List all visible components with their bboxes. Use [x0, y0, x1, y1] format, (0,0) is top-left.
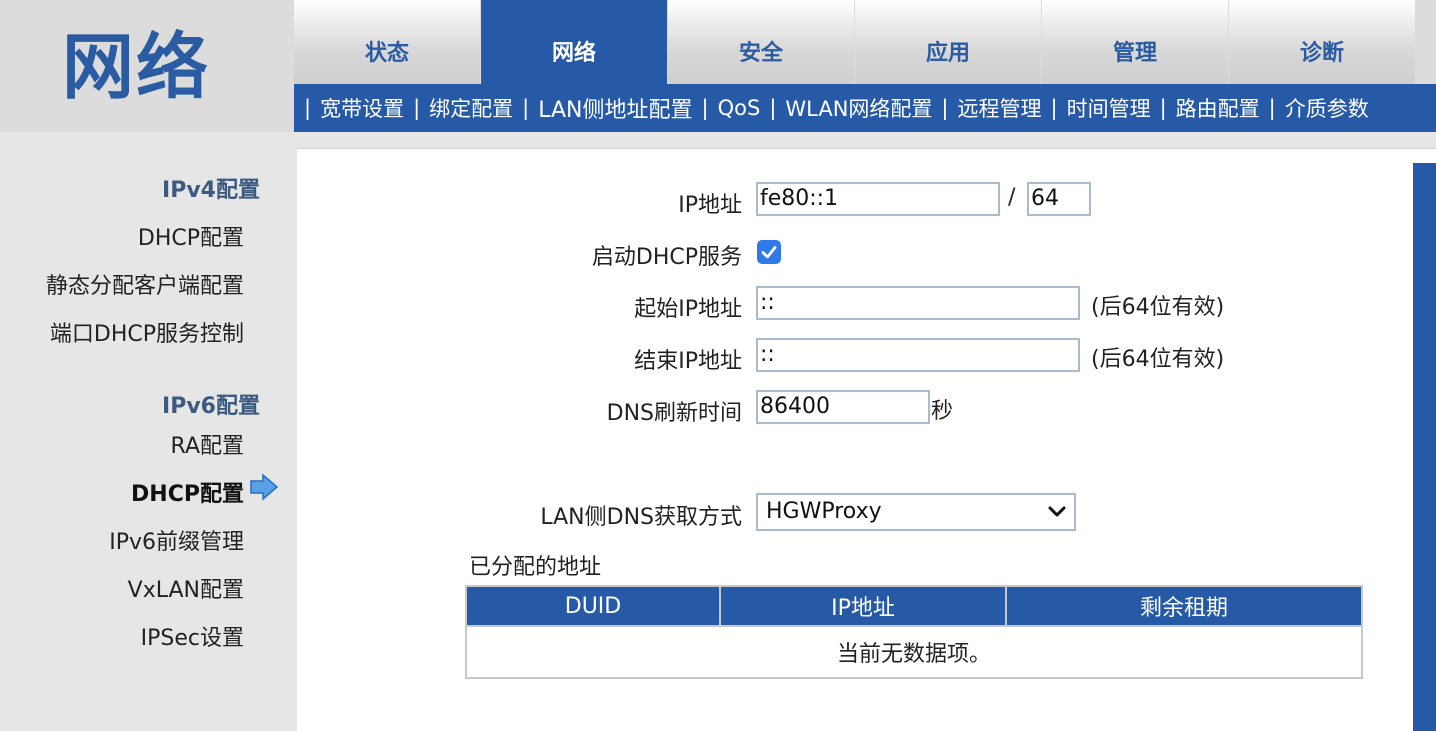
checkmark-icon	[761, 246, 777, 259]
start-ip-note: (后64位有效)	[1091, 295, 1225, 320]
content-panel: IP地址 fe80::1 / 64 启动DHCP服务 起始IP地址 :: (后6…	[297, 148, 1436, 731]
leases-title: 已分配的地址	[469, 555, 602, 580]
arrow-right-icon	[250, 473, 279, 501]
sidebar-item-static-clients[interactable]: 静态分配客户端配置	[46, 268, 244, 300]
sidebar-group-ipv4: IPv4配置	[162, 178, 260, 203]
sidebar-item-ipv4-dhcp[interactable]: DHCP配置	[138, 220, 244, 252]
start-ip-input[interactable]: ::	[756, 286, 1080, 320]
sidebar-item-ipsec[interactable]: IPSec设置	[141, 620, 244, 652]
start-ip-label: 起始IP地址	[634, 297, 742, 322]
dns-refresh-input[interactable]: 86400	[756, 390, 930, 424]
sub-tab-media[interactable]: 介质参数	[1285, 93, 1369, 123]
sub-tabs: | 宽带设置 | 绑定配置 | LAN侧地址配置 | QoS | WLAN网络配…	[294, 84, 1436, 132]
dns-mode-value: HGWProxy	[766, 499, 882, 524]
dhcp-enable-label: 启动DHCP服务	[591, 245, 742, 270]
logo-area: 网络	[0, 0, 294, 132]
ip-address-label: IP地址	[678, 193, 742, 218]
chevron-down-icon	[1048, 506, 1066, 517]
prefix-length-input[interactable]: 64	[1027, 182, 1091, 216]
sub-tab-qos[interactable]: QoS	[718, 96, 761, 120]
sub-tab-separator: |	[1268, 96, 1276, 120]
sub-tab-separator: |	[1050, 96, 1058, 120]
leases-table: DUID IP地址 剩余租期 当前无数据项。	[465, 585, 1363, 679]
column-header-ip: IP地址	[719, 585, 1007, 627]
sub-tab-binding[interactable]: 绑定配置	[429, 93, 513, 123]
dns-refresh-label: DNS刷新时间	[606, 401, 742, 426]
end-ip-input[interactable]: ::	[756, 338, 1080, 372]
sidebar-group-ipv6: IPv6配置	[162, 394, 260, 419]
column-header-lease-remaining: 剩余租期	[1005, 585, 1363, 627]
sidebar-item-ipv6-dhcp[interactable]: DHCP配置	[131, 476, 244, 508]
end-ip-label: 结束IP地址	[634, 349, 742, 374]
end-ip-note: (后64位有效)	[1091, 347, 1225, 372]
tab-network[interactable]: 网络	[481, 0, 667, 84]
sub-tab-separator: |	[304, 96, 312, 120]
empty-table-message: 当前无数据项。	[465, 625, 1363, 679]
sub-tab-separator: |	[1159, 96, 1167, 120]
sub-tab-wlan[interactable]: WLAN网络配置	[785, 93, 932, 123]
tab-application[interactable]: 应用	[855, 0, 1041, 84]
table-row: 当前无数据项。	[465, 625, 1363, 679]
tab-status[interactable]: 状态	[294, 0, 480, 84]
dns-mode-label: LAN侧DNS获取方式	[540, 505, 742, 530]
sub-tab-separator: |	[769, 96, 777, 120]
dns-refresh-unit: 秒	[931, 399, 954, 424]
right-scroll-bar	[1413, 163, 1436, 731]
sidebar-item-ipv6-prefix[interactable]: IPv6前缀管理	[109, 524, 244, 556]
tab-management[interactable]: 管理	[1042, 0, 1228, 84]
sub-tab-separator: |	[413, 96, 421, 120]
sub-tab-time[interactable]: 时间管理	[1067, 93, 1151, 123]
sidebar-item-ra[interactable]: RA配置	[171, 428, 244, 460]
sidebar-item-port-dhcp[interactable]: 端口DHCP服务控制	[50, 316, 244, 348]
tab-security[interactable]: 安全	[668, 0, 854, 84]
sub-tab-separator: |	[941, 96, 949, 120]
main-tabs: 状态 网络 安全 应用 管理 诊断	[294, 0, 1436, 84]
dns-mode-select[interactable]: HGWProxy	[756, 493, 1076, 531]
column-header-duid: DUID	[465, 585, 721, 627]
sub-tab-routing[interactable]: 路由配置	[1176, 93, 1260, 123]
sub-tab-separator: |	[522, 96, 530, 120]
prefix-separator: /	[1008, 185, 1016, 210]
logo-title: 网络	[62, 25, 211, 109]
tab-diagnosis[interactable]: 诊断	[1229, 0, 1415, 84]
sub-tab-separator: |	[701, 96, 709, 120]
sidebar-item-vxlan[interactable]: VxLAN配置	[128, 572, 244, 604]
ip-address-input[interactable]: fe80::1	[756, 182, 1000, 216]
sub-tab-remote[interactable]: 远程管理	[958, 93, 1042, 123]
sub-tab-broadband[interactable]: 宽带设置	[320, 93, 404, 123]
dhcp-enable-checkbox[interactable]	[757, 240, 781, 264]
sub-tab-lan-address[interactable]: LAN侧地址配置	[538, 92, 692, 124]
